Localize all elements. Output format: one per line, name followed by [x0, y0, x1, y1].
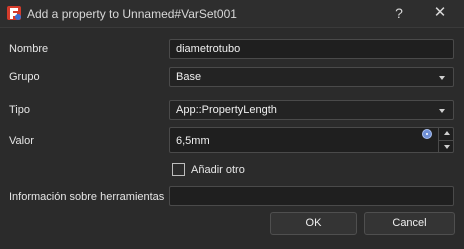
unit-expression-icon[interactable] — [422, 129, 432, 139]
spin-down-button[interactable] — [438, 140, 454, 153]
chevron-down-icon — [439, 109, 445, 113]
group-value: Base — [176, 71, 202, 83]
arrow-up-icon — [444, 131, 450, 135]
freecad-icon — [7, 6, 21, 20]
chevron-down-icon — [439, 76, 445, 80]
help-button[interactable]: ? — [389, 4, 409, 22]
name-field[interactable]: diametrotubo — [169, 39, 454, 59]
value-spinbox[interactable]: 6,5mm — [169, 127, 454, 153]
add-another-label[interactable]: Añadir otro — [191, 164, 245, 176]
cancel-button[interactable]: Cancel — [364, 212, 455, 235]
window-title: Add a property to Unnamed#VarSet001 — [27, 7, 237, 21]
spin-up-button[interactable] — [438, 127, 454, 140]
add-another-checkbox[interactable] — [172, 163, 185, 176]
type-value: App::PropertyLength — [176, 104, 277, 116]
tooltip-label: Información sobre herramientas — [9, 191, 165, 203]
ok-button[interactable]: OK — [270, 212, 357, 235]
arrow-down-icon — [444, 145, 450, 149]
tooltip-field[interactable] — [169, 186, 454, 206]
type-label: Tipo — [9, 104, 30, 116]
group-combobox[interactable]: Base — [169, 67, 454, 87]
value-label: Valor — [9, 135, 34, 147]
type-combobox[interactable]: App::PropertyLength — [169, 100, 454, 120]
name-value: diametrotubo — [176, 43, 241, 55]
group-label: Grupo — [9, 71, 40, 83]
close-button[interactable]: ✕ — [430, 4, 450, 22]
name-label: Nombre — [9, 43, 49, 55]
title-bar: Add a property to Unnamed#VarSet001 ? ✕ — [0, 0, 464, 28]
value-value: 6,5mm — [176, 135, 210, 147]
